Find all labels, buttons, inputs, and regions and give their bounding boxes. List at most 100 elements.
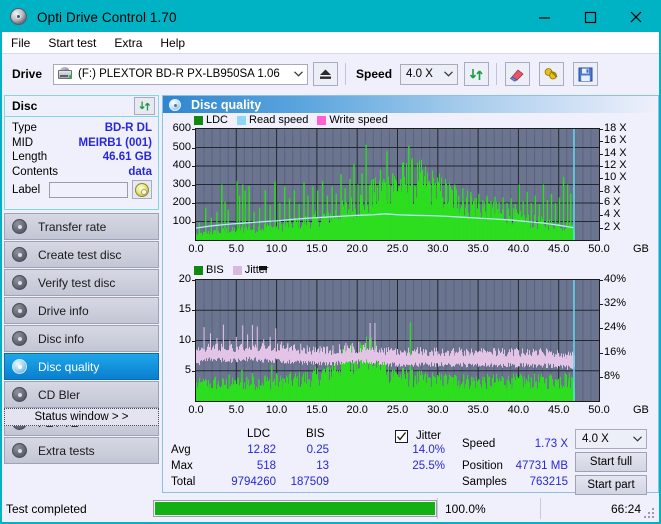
sidebar-item-label: Transfer rate — [38, 219, 107, 234]
disc-key-length: Length — [12, 151, 48, 164]
axis-tick — [600, 227, 603, 229]
axis-tick-label: 5.0 — [228, 243, 244, 255]
axis-tick-label: 24% — [604, 321, 627, 334]
maximize-icon[interactable] — [567, 2, 613, 32]
axis-tick-label: 12 X — [604, 159, 627, 171]
sidebar-item-create-test-disc[interactable]: Create test disc — [4, 241, 159, 268]
erase-button[interactable] — [505, 62, 531, 86]
stats-header-ldc: LDC — [247, 428, 271, 440]
disc-icon — [12, 443, 27, 458]
axis-tick-label: 400 — [172, 159, 191, 171]
stats-max-ldc: 518 — [256, 460, 276, 472]
disc-box-title: Disc — [12, 99, 38, 113]
disc-label-apply-button[interactable] — [132, 180, 152, 200]
axis-tick-label: 4 X — [604, 208, 621, 221]
sidebar-nav: Transfer rate Create test disc Verify te… — [4, 213, 159, 465]
sidebar-item-disc-quality[interactable]: Disc quality — [4, 353, 159, 380]
sidebar-item-cd-bler[interactable]: CD Bler — [4, 381, 159, 408]
app-window: Opti Drive Control 1.70 File Start test … — [0, 0, 661, 524]
disc-value-contents: data — [128, 166, 152, 179]
drive-select[interactable]: (F:) PLEXTOR BD-R PX-LB950SA 1.06 — [53, 63, 309, 85]
speed-select[interactable]: 4.0 X — [400, 63, 459, 85]
speed-stat-value: 1.73 X — [534, 438, 568, 450]
axis-tick — [600, 304, 603, 306]
chevron-down-icon — [440, 71, 457, 77]
disc-refresh-button[interactable] — [134, 97, 155, 115]
sidebar-item-disc-info[interactable]: Disc info — [4, 325, 159, 352]
axis-tick — [192, 129, 195, 130]
start-full-button[interactable]: Start full — [575, 452, 647, 472]
window-controls — [521, 2, 659, 32]
disc-icon — [12, 387, 27, 402]
status-window-button[interactable]: Status window > > — [4, 408, 159, 426]
refresh-button[interactable] — [464, 62, 490, 86]
axis-tick — [192, 340, 195, 342]
menubar: File Start test Extra Help — [2, 32, 659, 54]
sidebar-item-transfer-rate[interactable]: Transfer rate — [4, 213, 159, 240]
save-button[interactable] — [573, 62, 599, 86]
stats-avg-ldc: 12.82 — [247, 444, 276, 456]
menu-extra[interactable]: Extra — [114, 36, 142, 50]
axis-tick — [600, 153, 603, 155]
axis-tick — [600, 352, 603, 354]
sidebar-item-label: Extra tests — [38, 443, 95, 458]
minimize-icon[interactable] — [521, 2, 567, 32]
disc-info-box: Disc Type BD-R DL MID MEIRB1 (001) Lengt… — [4, 95, 159, 210]
position-stat-label: Position — [462, 460, 503, 472]
legend-entry-write-speed: Write speed — [317, 114, 388, 126]
chevron-down-icon — [629, 436, 646, 442]
axis-tick — [192, 221, 195, 223]
disc-label-key: Label — [12, 183, 41, 196]
statistics-panel: LDC BIS Avg Max Total 12.82 518 9794260 … — [163, 426, 658, 495]
bis-x-axis-unit: GB — [633, 404, 649, 416]
disc-row-contents: Contents data — [12, 165, 152, 180]
stats-total-bis: 187509 — [290, 476, 329, 488]
speed-label: Speed — [356, 67, 393, 81]
eject-button[interactable] — [313, 62, 339, 86]
settings-plug-button[interactable] — [539, 62, 565, 86]
jitter-checkbox[interactable] — [395, 430, 408, 443]
drive-select-value: (F:) PLEXTOR BD-R PX-LB950SA 1.06 — [78, 68, 280, 80]
sidebar-item-verify-test-disc[interactable]: Verify test disc — [4, 269, 159, 296]
disc-icon — [12, 275, 27, 290]
axis-tick — [600, 215, 603, 217]
resize-grip[interactable] — [644, 508, 656, 520]
sidebar-item-drive-info[interactable]: Drive info — [4, 297, 159, 324]
disc-value-length: 46.61 GB — [102, 151, 152, 164]
axis-tick — [600, 203, 603, 204]
legend-label-read-speed: Read speed — [249, 114, 309, 126]
axis-tick-label: 0.0 — [188, 243, 204, 255]
axis-tick-label: 5.0 — [228, 404, 244, 416]
menu-file[interactable]: File — [11, 36, 30, 50]
axis-tick-label: 10.0 — [265, 243, 288, 255]
menu-help[interactable]: Help — [160, 36, 185, 50]
disc-quality-icon — [169, 98, 181, 111]
jitter-label: Jitter — [416, 430, 441, 442]
window-title: Opti Drive Control 1.70 — [37, 9, 177, 25]
axis-tick-label: 30.0 — [427, 243, 449, 255]
optical-drive-icon — [57, 67, 74, 81]
axis-tick-label: 45.0 — [547, 243, 570, 255]
disc-key-mid: MID — [12, 136, 34, 149]
stats-row-label-avg: Avg — [171, 444, 191, 456]
start-part-button[interactable]: Start part — [575, 475, 647, 495]
axis-tick-label: 100 — [172, 214, 191, 227]
menu-start-test[interactable]: Start test — [48, 36, 96, 50]
axis-tick-label: 16% — [604, 345, 627, 358]
close-icon[interactable] — [613, 2, 659, 32]
test-speed-select[interactable]: 4.0 X — [575, 429, 647, 449]
axis-tick — [600, 141, 603, 143]
axis-tick-label: 500 — [172, 140, 191, 153]
disc-row-type: Type BD-R DL — [12, 121, 152, 136]
sidebar-item-extra-tests[interactable]: Extra tests — [4, 437, 159, 464]
statusbar: Test completed 100.0% 66:24 — [2, 495, 659, 522]
axis-tick — [192, 310, 195, 312]
axis-tick-label: 25.0 — [386, 243, 409, 255]
disc-label-input[interactable] — [49, 181, 129, 198]
axis-tick-label: 45.0 — [547, 404, 570, 416]
toolbar-divider-1 — [345, 63, 347, 85]
speed-select-value: 4.0 X — [406, 68, 433, 80]
sidebar-item-label: Create test disc — [38, 247, 122, 262]
axis-tick-label: 20.0 — [346, 404, 368, 416]
sidebar-item-label: Disc info — [38, 331, 85, 346]
